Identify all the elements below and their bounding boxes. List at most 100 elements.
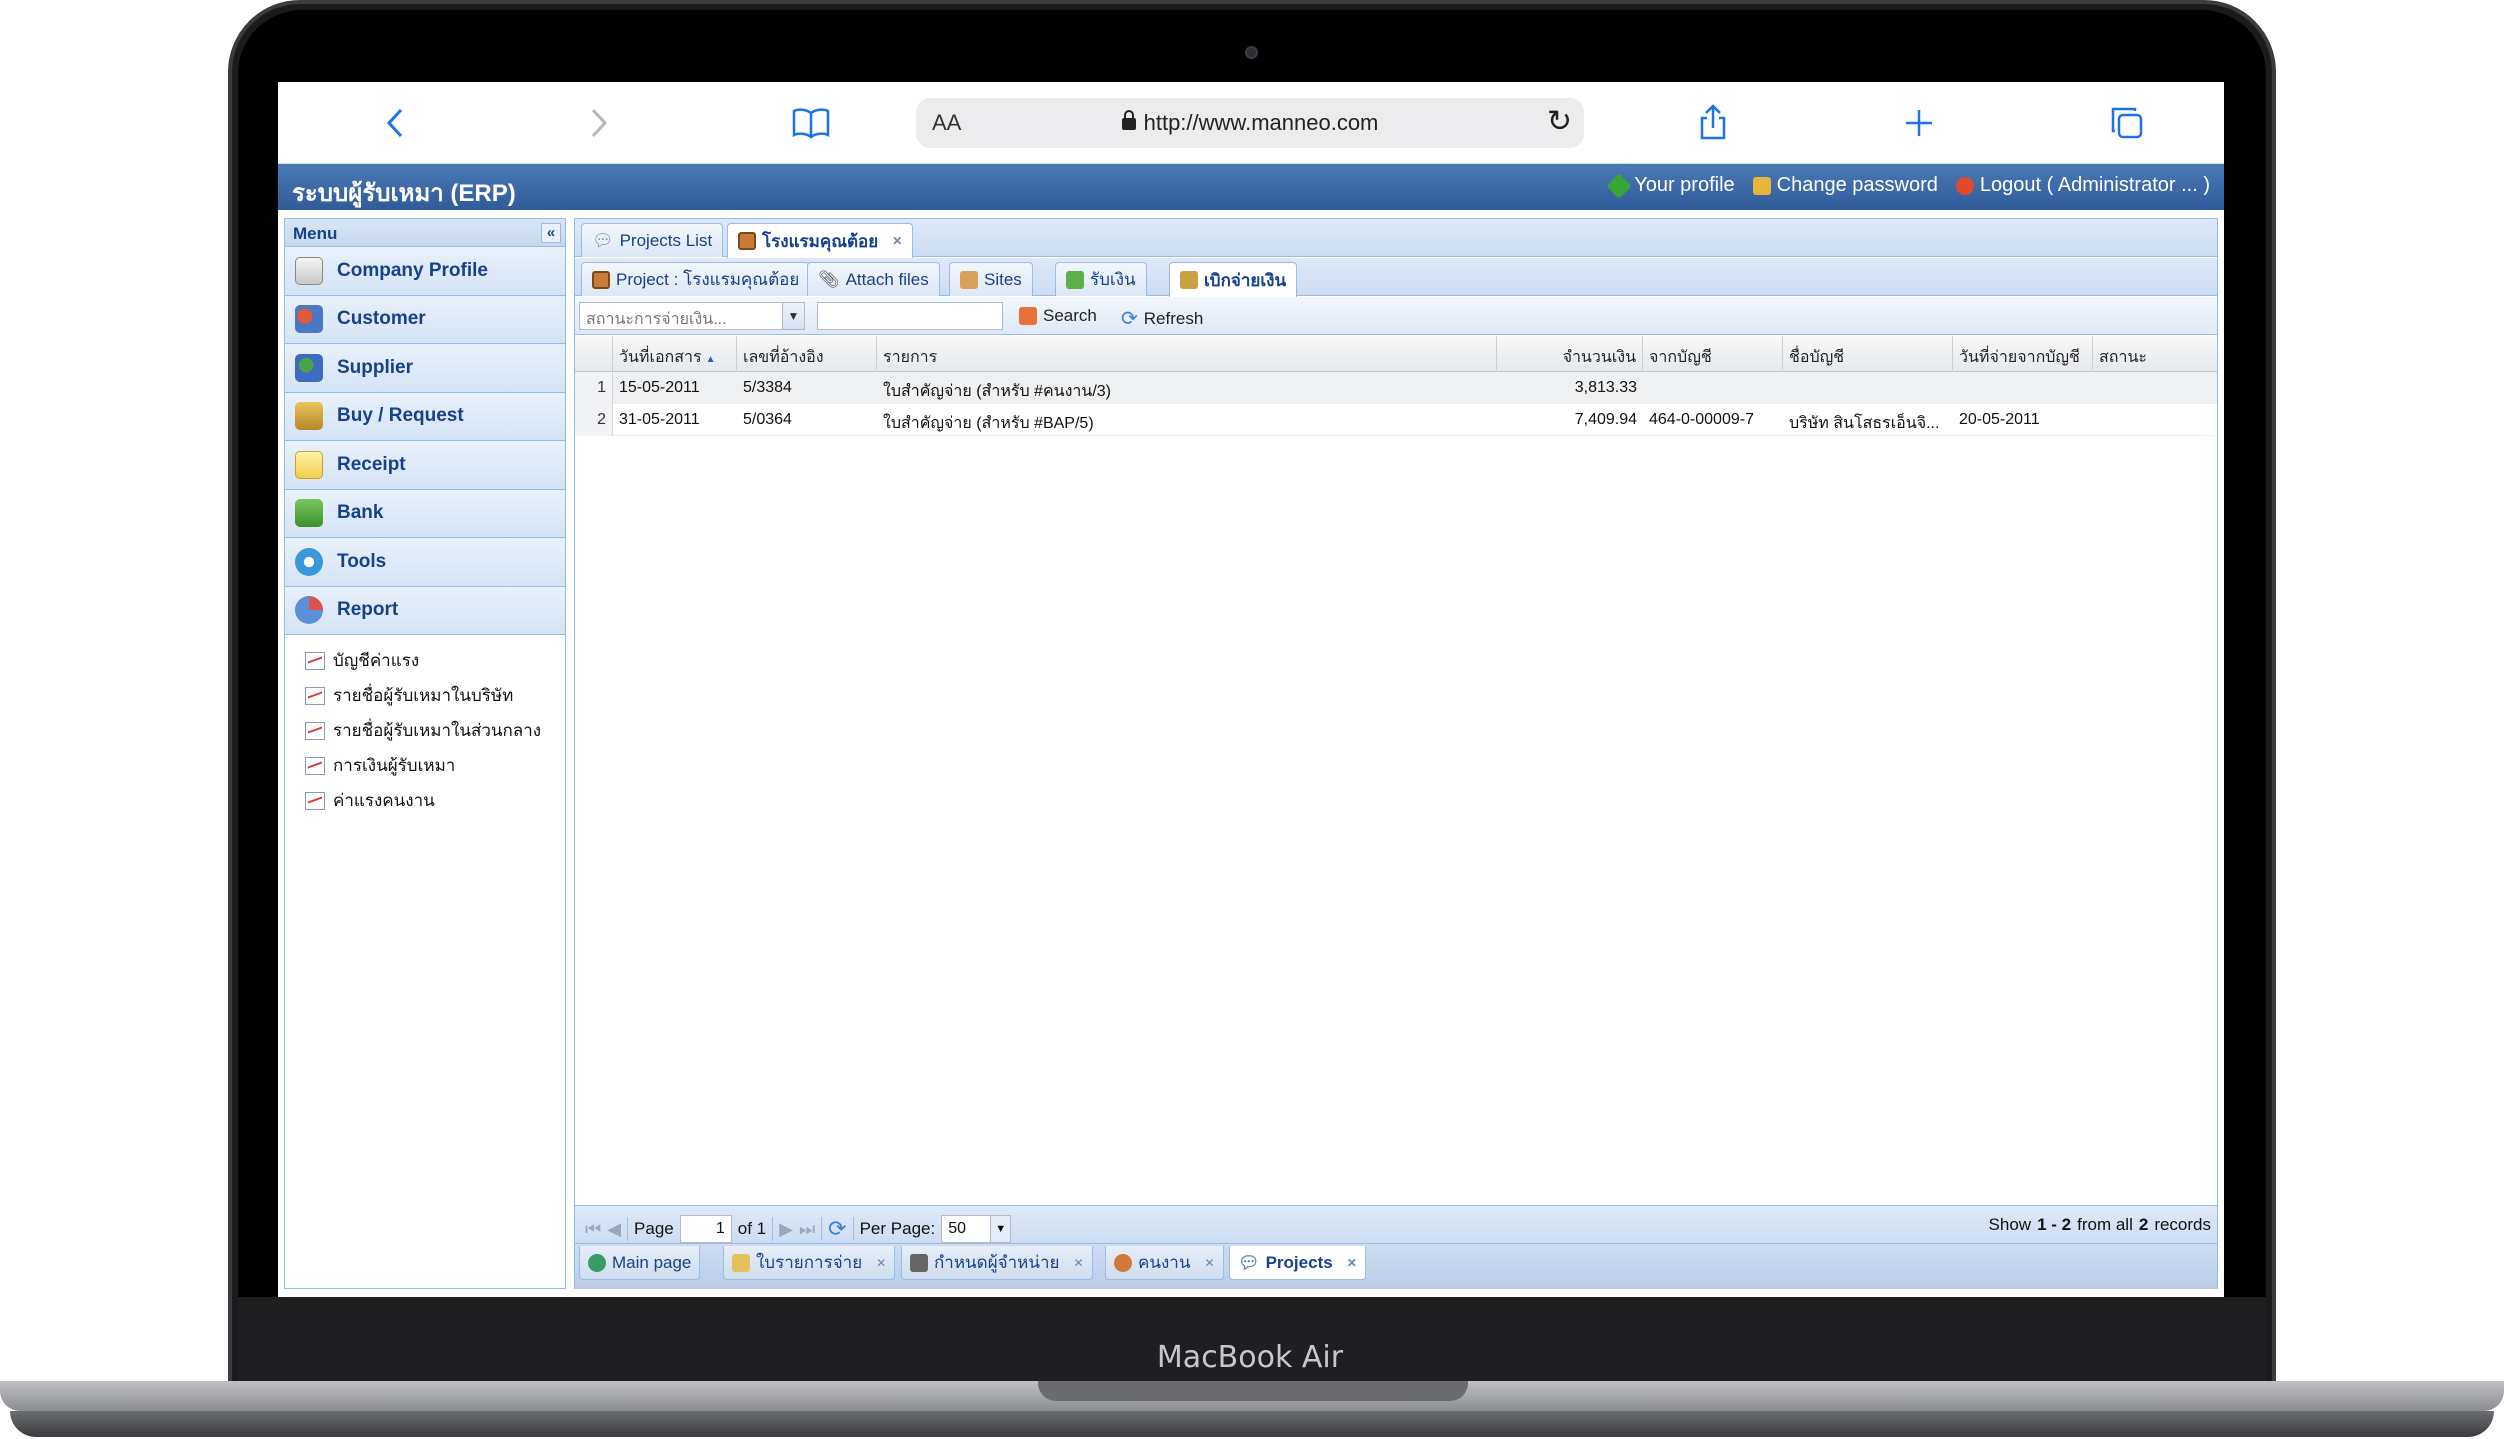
calendar-icon: [592, 270, 610, 289]
rownum-header: [575, 336, 613, 372]
chevron-left-icon: [386, 108, 403, 138]
sidebar-item-tools[interactable]: Tools: [285, 538, 565, 587]
column-header-status[interactable]: สถานะ: [2093, 336, 2213, 372]
row-number: 1: [575, 372, 613, 404]
table-row[interactable]: 1 15-05-2011 5/3384 ใบสำคัญจ่าย (สำหรับ …: [575, 372, 2217, 404]
refresh-icon[interactable]: ⟳: [828, 1216, 846, 1242]
project-subtabbar: Project : โรงแรมคุณต้อย 📎︎ Attach files …: [575, 258, 2217, 297]
column-header-paid-date[interactable]: วันที่จ่ายจากบัญชี: [1953, 336, 2093, 372]
id-card-icon: [295, 256, 323, 285]
line-chart-icon: [305, 651, 325, 670]
sidebar-item-bank[interactable]: Bank: [285, 489, 565, 538]
bottom-tab-vendors[interactable]: กำหนดผู้จำหน่าย ✕: [901, 1246, 1093, 1280]
sidebar-item-report[interactable]: Report: [285, 586, 565, 635]
line-chart-icon: [305, 756, 325, 775]
logout-link[interactable]: Logout ( Administrator ... ): [1955, 174, 2210, 197]
line-chart-icon: [305, 686, 325, 705]
close-icon[interactable]: ✕: [1204, 1256, 1214, 1270]
change-password-link[interactable]: Change password: [1752, 174, 1938, 197]
column-header-account-name[interactable]: ชื่อบัญชี: [1783, 336, 1953, 372]
sidebar-item-buy-request[interactable]: Buy / Request: [285, 392, 565, 441]
cell-ref: 5/0364: [743, 411, 792, 428]
sidebar-header: Menu «: [285, 219, 565, 247]
column-header-item[interactable]: รายการ: [877, 336, 1497, 372]
share-icon: [1700, 104, 1726, 140]
user-icon: [1114, 1253, 1132, 1272]
next-page-icon[interactable]: ▶: [779, 1219, 793, 1240]
column-header-ref[interactable]: เลขที่อ้างอิง: [737, 336, 877, 372]
share-button[interactable]: [1688, 98, 1738, 148]
sidebar-item-receipt[interactable]: Receipt: [285, 441, 565, 490]
separator: [627, 1217, 629, 1241]
your-profile-link[interactable]: Your profile: [1606, 172, 1735, 199]
separator: [821, 1217, 823, 1241]
payment-status-select[interactable]: สถานะการจ่ายเงิน... ▼: [579, 302, 805, 330]
cell-from-account: 464-0-00009-7: [1649, 411, 1754, 428]
forward-button[interactable]: [574, 98, 624, 148]
bookmarks-button[interactable]: [786, 98, 836, 148]
tabs-button[interactable]: [2102, 98, 2152, 148]
cell-status: [2093, 404, 2213, 436]
sidebar: Menu « Company Profile Customer Supplier…: [284, 218, 566, 1289]
sidebar-item-company-profile[interactable]: Company Profile: [285, 247, 565, 296]
table-row[interactable]: 2 31-05-2011 5/0364 ใบสำคัญจ่าย (สำหรับ …: [575, 404, 2217, 436]
per-page-select[interactable]: 50 ▼: [941, 1215, 1012, 1243]
chevron-down-icon[interactable]: ▼: [782, 303, 804, 329]
chat-bubble-icon: 💬︎: [1238, 1252, 1260, 1272]
subtab-project[interactable]: Project : โรงแรมคุณต้อย: [581, 262, 811, 296]
search-button[interactable]: Search: [1019, 306, 1097, 326]
device-label: MacBook Air: [1156, 1340, 1344, 1375]
sidebar-item-supplier[interactable]: Supplier: [285, 344, 565, 393]
search-input[interactable]: [817, 302, 1003, 330]
url-text: http://www.manneo.com: [1143, 110, 1379, 135]
report-item[interactable]: รายชื่อผู้รับเหมาในส่วนกลาง: [285, 713, 565, 748]
subtab-sites[interactable]: Sites: [949, 262, 1033, 296]
column-header-doc-date[interactable]: วันที่เอกสาร ▲: [613, 336, 737, 372]
close-icon[interactable]: ✕: [892, 234, 902, 248]
grid-toolbar: สถานะการจ่ายเงิน... ▼ Search ⟳ Refresh: [575, 297, 2217, 335]
record-summary: Show 1 - 2 from all 2 records: [1988, 1215, 2211, 1234]
pagination-bar: ⏮︎ ◀ Page 1 of 1 ▶ ⏭︎ ⟳ Per Page: 50 ▼ Sh…: [575, 1205, 2217, 1243]
bottom-tabbar: Main page ใบรายการจ่าย ✕ กำหนดผู้จำหน่าย…: [575, 1243, 2217, 1289]
column-header-amount[interactable]: จำนวนเงิน: [1497, 336, 1643, 372]
report-item[interactable]: การเงินผู้รับเหมา: [285, 748, 565, 783]
close-icon[interactable]: ✕: [876, 1256, 886, 1270]
app-title: ระบบผู้รับเหมา (ERP): [292, 180, 516, 207]
cell-amount: 7,409.94: [1574, 411, 1637, 428]
new-tab-button[interactable]: [1894, 98, 1944, 148]
home-globe-icon: [588, 1253, 606, 1272]
cell-status: [2093, 372, 2213, 404]
bottom-tab-payment-list[interactable]: ใบรายการจ่าย ✕: [723, 1246, 896, 1280]
reload-icon[interactable]: ↻: [1547, 104, 1572, 139]
prev-page-icon[interactable]: ◀: [607, 1219, 621, 1240]
subtab-receive[interactable]: รับเงิน: [1055, 262, 1147, 296]
cell-account-name: [1783, 372, 1953, 404]
camera-icon: [1245, 46, 1258, 59]
last-page-icon[interactable]: ⏭︎: [799, 1219, 815, 1240]
subtab-attach-files[interactable]: 📎︎ Attach files: [807, 262, 940, 296]
subtab-disbursement[interactable]: เบิกจ่ายเงิน: [1169, 262, 1298, 297]
chevron-down-icon[interactable]: ▼: [990, 1216, 1011, 1242]
money-icon: [295, 499, 323, 528]
refresh-button[interactable]: ⟳ Refresh: [1121, 306, 1203, 331]
tab-projects-list[interactable]: 💬︎ Projects List: [581, 223, 724, 257]
column-header-from-account[interactable]: จากบัญชี: [1643, 336, 1783, 372]
close-icon[interactable]: ✕: [1347, 1256, 1357, 1270]
bottom-tab-main-page[interactable]: Main page: [579, 1246, 701, 1280]
report-item[interactable]: ค่าแรงคนงาน: [285, 783, 565, 818]
report-item[interactable]: บัญชีค่าแรง: [285, 643, 565, 678]
cell-from-account: [1643, 372, 1783, 404]
report-item[interactable]: รายชื่อผู้รับเหมาในบริษัท: [285, 678, 565, 713]
sidebar-item-customer[interactable]: Customer: [285, 295, 565, 344]
page-number-input[interactable]: 1: [679, 1215, 732, 1243]
bottom-tab-projects[interactable]: 💬︎ Projects ✕: [1229, 1246, 1366, 1280]
tab-project-detail[interactable]: โรงแรมคุณต้อย ✕: [727, 223, 914, 258]
per-page-label: Per Page:: [859, 1219, 936, 1238]
back-button[interactable]: [370, 98, 420, 148]
first-page-icon[interactable]: ⏮︎: [585, 1219, 601, 1240]
address-bar[interactable]: AA http://www.manneo.com ↻: [916, 98, 1584, 148]
book-icon: [792, 108, 830, 139]
collapse-sidebar-button[interactable]: «: [541, 223, 561, 243]
bottom-tab-workers[interactable]: คนงาน ✕: [1105, 1246, 1224, 1280]
close-icon[interactable]: ✕: [1074, 1256, 1084, 1270]
